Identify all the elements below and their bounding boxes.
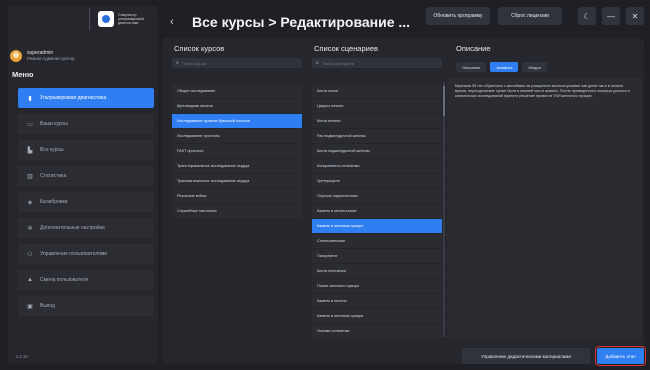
close-icon[interactable]: ✕ <box>626 7 644 25</box>
settings-icon: ✲ <box>27 225 33 232</box>
search-icon: ⌕ <box>316 60 319 66</box>
tab-0[interactable]: Описание <box>456 62 487 72</box>
switch-user-icon: ▲ <box>27 277 33 283</box>
menu-title: Меню <box>12 70 34 79</box>
scenarios-list-item[interactable]: Камень в желчном пузыре <box>312 309 442 324</box>
page-title: Все курсы > Редактирование ... <box>192 14 411 30</box>
courses-list-item[interactable]: Щитовидная железа <box>172 99 302 114</box>
sidebar-menu: ▮ Ультразвуковая диагностика ▭ Ваши курсы ▙ В… <box>18 88 154 322</box>
back-icon[interactable]: ‹ <box>170 16 186 28</box>
courses-search-input[interactable]: ⌕ Поиск курсов <box>172 58 302 68</box>
sidebar-item-label: Дополнительные настройки <box>40 225 105 231</box>
sidebar-item-label: Управление пользователями <box>40 251 108 257</box>
minimize-icon[interactable]: — <box>602 7 620 25</box>
scenarios-list-item[interactable]: Киста почки <box>312 84 442 99</box>
search-icon: ⌕ <box>176 60 179 66</box>
scenarios-list-item[interactable]: Опухоль надпочечника <box>312 189 442 204</box>
sidebar-item-8[interactable]: ▣ Выход <box>18 296 154 316</box>
header: ‹ Все курсы > Редактирование ... <box>162 6 644 38</box>
scenarios-title: Список сценариев <box>314 44 378 53</box>
logo-area: Симулятор ультразвуковой диагностики <box>8 6 158 32</box>
scenarios-list-item[interactable]: Уретероцеле <box>312 174 442 189</box>
sidebar-item-label: Статистика <box>40 173 67 179</box>
user-info: superadmin Режим Администратор <box>10 50 75 62</box>
courses-list-item[interactable]: Трансвагинальное исследование сердца <box>172 174 302 189</box>
courses-list-item[interactable]: FAST протокол <box>172 144 302 159</box>
scenarios-list-item[interactable]: Киста поджелудочной железы <box>312 144 442 159</box>
tab-2[interactable]: Медиа <box>522 62 547 72</box>
avatar <box>10 50 22 62</box>
add-stage-button[interactable]: Добавить этап <box>595 346 646 366</box>
scenarios-search-input[interactable]: ⌕ Поиск сценариев <box>312 58 442 68</box>
logo: Симулятор ультразвуковой диагностики <box>89 8 154 30</box>
scenarios-list-item[interactable]: Спленомегалия <box>312 234 442 249</box>
exit-icon: ▣ <box>27 303 33 310</box>
scenarios-scroll-thumb[interactable] <box>443 86 445 116</box>
courses-search-placeholder: Поиск курсов <box>181 60 207 66</box>
all-courses-icon: ▙ <box>27 147 33 154</box>
scenarios-scrollbar[interactable] <box>443 82 445 337</box>
courses-list-item[interactable]: Реальные кейсы <box>172 189 302 204</box>
scenarios-list-item[interactable]: Рак поджелудочной железы <box>312 129 442 144</box>
update-program-button[interactable]: Обновить программу <box>426 7 490 25</box>
theme-icon[interactable]: ☾ <box>578 7 596 25</box>
sidebar-item-1[interactable]: ▭ Ваши курсы <box>18 114 154 134</box>
sidebar-item-5[interactable]: ✲ Дополнительные настройки <box>18 218 154 238</box>
scenarios-list-item[interactable]: Конкременты селезенки <box>312 159 442 174</box>
reset-license-button[interactable]: Сброс лицензии <box>498 7 562 25</box>
logo-text: Симулятор ультразвуковой диагностики <box>118 12 144 26</box>
manage-materials-button[interactable]: Управление дидактическими материалами <box>462 348 590 364</box>
courses-list-item[interactable]: Трансторакальное исследование сердца <box>172 159 302 174</box>
scenarios-list-item[interactable]: Цирроз печени <box>312 99 442 114</box>
description-title: Описание <box>456 44 491 53</box>
sidebar-item-label: Смена пользователя <box>40 277 89 283</box>
logo-icon <box>98 11 114 27</box>
scenarios-list-item[interactable]: Полип желчного пузыря <box>312 279 442 294</box>
courses-list-item[interactable]: Исследование простаты <box>172 129 302 144</box>
sidebar-item-0[interactable]: ▮ Ультразвуковая диагностика <box>18 88 154 108</box>
sidebar-item-label: Калибровка <box>40 199 68 205</box>
sidebar-item-label: Все курсы <box>40 147 64 153</box>
sidebar-item-label: Ультразвуковая диагностика <box>40 95 107 101</box>
sidebar-item-2[interactable]: ▙ Все курсы <box>18 140 154 160</box>
courses-list-item[interactable]: Исследование органов брюшной полости <box>172 114 302 129</box>
calibration-icon: ◈ <box>27 199 33 206</box>
scenarios-list-item[interactable]: Киста печени <box>312 114 442 129</box>
scenarios-list-item[interactable]: Камень в желчном пузыре <box>312 219 442 234</box>
description-tabs: Описание Анамнез Медиа <box>456 62 547 72</box>
scenarios-list: Киста почки Цирроз печени Киста печени Рак … <box>312 84 442 340</box>
scenarios-search-placeholder: Поиск сценариев <box>321 60 354 66</box>
courses-title: Список курсов <box>174 44 225 53</box>
sidebar-item-4[interactable]: ◈ Калибровка <box>18 192 154 212</box>
scenarios-list-item[interactable]: Панкреатит <box>312 249 442 264</box>
stats-icon: ▥ <box>27 173 33 180</box>
sidebar-item-label: Ваши курсы <box>40 121 68 127</box>
scenarios-list-item[interactable]: Киста селезенки <box>312 264 442 279</box>
user-role: Режим Администратор <box>27 56 75 62</box>
scenarios-list-item[interactable]: Камень в мочеточнике <box>312 204 442 219</box>
scenarios-list-item[interactable]: Камень в печени <box>312 294 442 309</box>
sidebar-item-label: Выход <box>40 303 55 309</box>
description-text: Мужчина 35 лет обратился с жалобами на у… <box>447 78 641 340</box>
courses-list: Общее исследование Щитовидная железа Иссле… <box>172 84 302 219</box>
ultrasound-icon: ▮ <box>28 95 32 102</box>
sidebar-item-7[interactable]: ▲ Смена пользователя <box>18 270 154 290</box>
courses-icon: ▭ <box>27 121 33 128</box>
sidebar-item-6[interactable]: ⚇ Управление пользователями <box>18 244 154 264</box>
tab-1[interactable]: Анамнез <box>490 62 519 72</box>
courses-list-item[interactable]: Служебные патологии <box>172 204 302 219</box>
sidebar-item-3[interactable]: ▥ Статистика <box>18 166 154 186</box>
version-label: v.3.10 <box>16 354 28 359</box>
scenarios-list-item[interactable]: Липома селезенки <box>312 324 442 339</box>
courses-list-item[interactable]: Общее исследование <box>172 84 302 99</box>
users-icon: ⚇ <box>27 251 33 258</box>
